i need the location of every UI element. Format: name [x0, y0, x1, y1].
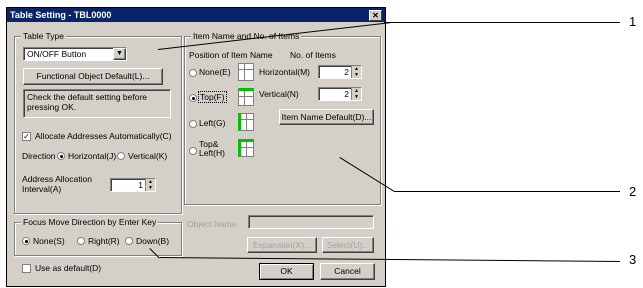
position-topleft-radio[interactable] [189, 147, 197, 155]
focus-down-label: Down(B) [136, 236, 170, 246]
cancel-button[interactable]: Cancel [320, 263, 375, 280]
interval-label-line2: Interval(A) [22, 184, 62, 194]
vertical-count-value: 2 [344, 89, 349, 99]
horizontal-count-value: 2 [344, 67, 349, 77]
callout-leader-1 [384, 22, 620, 23]
focus-right-radio[interactable] [77, 237, 85, 245]
position-none-label: None(E) [199, 67, 231, 77]
callout-number-1: 1 [629, 14, 637, 29]
direction-vertical-label: Vertical(K) [128, 151, 168, 161]
table-setting-dialog: Table Setting - TBL0000 ✕ Table Type ON/… [6, 7, 386, 287]
object-name-input[interactable] [248, 215, 374, 229]
grid-none-icon [238, 63, 254, 81]
position-top-label: Top(F) [198, 91, 227, 103]
position-left-radio[interactable] [189, 120, 197, 128]
default-note-box: Check the default setting before pressin… [23, 89, 171, 118]
functional-object-default-button[interactable]: Functional Object Default(L)... [23, 68, 163, 85]
allocate-label: Allocate Addresses Automatically(C) [35, 131, 172, 141]
dialog-title: Table Setting - TBL0000 [10, 10, 112, 20]
focus-none-label: None(S) [33, 236, 65, 246]
table-type-legend: Table Type [21, 31, 66, 41]
spin-down-icon[interactable]: ▼ [352, 72, 361, 78]
direction-vertical-radio[interactable] [117, 152, 125, 160]
interval-spinner[interactable]: ▲ ▼ [145, 179, 155, 191]
use-default-checkbox[interactable] [22, 264, 31, 273]
close-icon[interactable]: ✕ [369, 10, 382, 21]
expansion-button[interactable]: Expansion(X)... [247, 237, 317, 253]
title-bar: Table Setting - TBL0000 ✕ [7, 8, 385, 22]
position-none-radio[interactable] [189, 69, 197, 77]
focus-legend: Focus Move Direction by Enter Key [21, 217, 159, 227]
grid-topleft-icon [238, 139, 254, 157]
object-name-label: Object Name [187, 219, 237, 229]
item-name-default-button[interactable]: Item Name Default(D)... [279, 109, 374, 125]
focus-right-label: Right(R) [88, 236, 120, 246]
vertical-count-label: Vertical(N) [259, 89, 299, 99]
horizontal-count-label: Horizontal(M) [259, 67, 311, 77]
use-default-label: Use as default(D) [35, 263, 102, 273]
interval-label-line1: Address Allocation [22, 174, 92, 184]
position-topleft-label-line2: Left(H) [199, 148, 225, 158]
table-type-select[interactable]: ON/OFF Button [23, 47, 127, 61]
direction-label: Direction [22, 151, 56, 161]
ok-button[interactable]: OK [259, 263, 314, 280]
horizontal-count-spinner[interactable]: ▲ ▼ [351, 66, 361, 78]
spin-down-icon[interactable]: ▼ [146, 185, 155, 191]
vertical-count-spinner[interactable]: ▲ ▼ [351, 88, 361, 100]
spin-down-icon[interactable]: ▼ [352, 94, 361, 100]
focus-none-radio[interactable] [22, 237, 30, 245]
callout-number-2: 2 [629, 184, 637, 199]
allocate-checkbox[interactable]: ✓ [22, 132, 31, 141]
position-header: Position of Item Name [189, 50, 273, 60]
direction-horizontal-label: Horizontal(J) [68, 151, 117, 161]
callout-number-3: 3 [629, 252, 637, 267]
position-top-radio[interactable] [189, 94, 197, 102]
grid-left-icon [238, 113, 254, 131]
chevron-down-icon[interactable]: ▼ [113, 48, 126, 60]
select-button[interactable]: Select(U)... [322, 237, 374, 253]
callout-leader-2 [394, 191, 620, 192]
default-note-text: Check the default setting before pressin… [27, 92, 148, 112]
position-left-label: Left(G) [199, 118, 226, 128]
direction-horizontal-radio[interactable] [57, 152, 65, 160]
table-type-value: ON/OFF Button [27, 49, 87, 59]
focus-down-radio[interactable] [125, 237, 133, 245]
grid-top-icon [238, 88, 254, 106]
interval-value: 1 [138, 180, 143, 190]
count-header: No. of Items [290, 50, 336, 60]
